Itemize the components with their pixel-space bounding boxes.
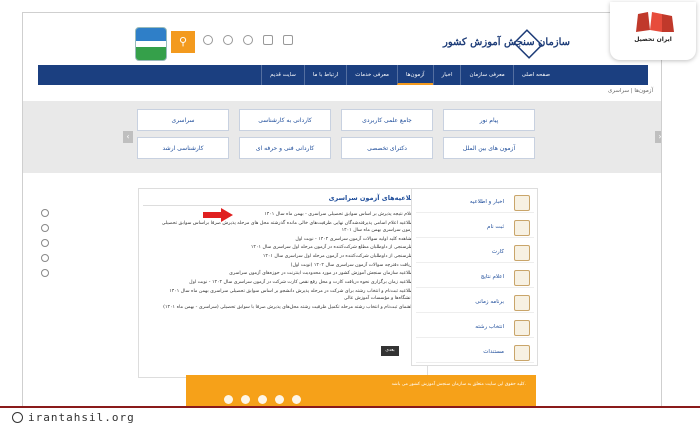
slider-prev-arrow[interactable]: ‹ (123, 131, 133, 143)
news-item[interactable]: اطلاعیه سازمان سنجش آموزش کشور در مورد م… (149, 270, 421, 278)
news-item[interactable]: دریافت دفترچه سوالات آزمون سراسری سال ۱۴… (149, 262, 421, 269)
quick-link-label: مستندات (483, 349, 504, 355)
news-list: اعلام نتیجه پذیرش بر اساس سوابق تحصیلی س… (149, 211, 421, 312)
category-international[interactable]: آزمون های بین الملل (443, 137, 535, 159)
brand-badge: ایران تحصیل (610, 2, 696, 60)
news-panel-title: اطلاعیه‌های آزمون سراسری (328, 194, 419, 202)
quick-link-results[interactable]: اعلام نتایج (416, 268, 534, 288)
main-nav: صفحه اصلی معرفی سازمان اخبار آزمون‌ها مع… (38, 65, 648, 85)
phone-icon[interactable] (243, 35, 253, 45)
rss-icon[interactable] (283, 35, 293, 45)
news-item[interactable]: راهنمای ثبت‌نام و انتخاب رشته مرحله تکمی… (149, 304, 421, 311)
contrast-icon[interactable] (41, 269, 49, 277)
category-jame-elmi[interactable]: جامع علمی کاربردی (341, 109, 433, 131)
quick-link-label: اعلام نتایج (480, 274, 504, 280)
nav-item-exams[interactable]: آزمون‌ها (396, 65, 433, 85)
instagram-icon[interactable] (224, 395, 233, 404)
watermark-bar: irantahsil.org (0, 404, 700, 430)
globe-icon (12, 412, 23, 423)
results-icon (514, 270, 530, 286)
news-item[interactable]: اطلاعیه ثبت‌نام و انتخاب رشته برای شرکت … (149, 288, 421, 302)
social-icons (224, 395, 301, 404)
news-item[interactable]: اطلاعیه زمان برگزاری نحوه دریافت کارت و … (149, 279, 421, 287)
red-arrow-icon (203, 208, 233, 222)
quick-link-documents[interactable]: مستندات (416, 343, 534, 363)
browser-page: سازمان سنجش آموزش کشور ⚲ صفحه اصلی معرفی… (22, 12, 662, 408)
calendar-icon (514, 295, 530, 311)
nav-item-about[interactable]: معرفی سازمان (460, 65, 512, 85)
nav-item-news[interactable]: اخبار (432, 65, 461, 85)
flags-logo-icon (636, 12, 674, 32)
quick-link-label: برنامه زمانی (475, 299, 504, 305)
news-panel: اطلاعیه‌های آزمون سراسری اعلام نتیجه پذی… (138, 188, 428, 378)
quick-link-label: کارت (491, 249, 504, 255)
header-icons (203, 35, 293, 45)
quick-link-card[interactable]: کارت (416, 243, 534, 263)
search-button[interactable]: ⚲ (171, 31, 195, 53)
globe-icon[interactable] (203, 35, 213, 45)
site-header: سازمان سنجش آموزش کشور ⚲ (23, 13, 661, 65)
quick-link-field-selection[interactable]: انتخاب رشته (416, 318, 534, 338)
telegram-icon[interactable] (241, 395, 250, 404)
accessibility-icon[interactable] (223, 35, 233, 45)
quick-links-panel: اخبار و اطلاعیه ثبت نام کارت اعلام نتایج… (411, 188, 538, 366)
news-item[interactable]: مشاهده کلید اولیه سوالات آزمون سراسری ۱۴… (149, 236, 421, 243)
slider-next-arrow[interactable]: › (655, 131, 661, 143)
news-item[interactable]: نظرسنجی از داوطلبان شرکت‌کننده در آزمون … (149, 253, 421, 261)
more-button[interactable]: بعدی (381, 346, 399, 356)
watermark-url: irantahsil.org (28, 411, 135, 424)
checklist-icon (514, 320, 530, 336)
divider (143, 205, 423, 206)
document-icon (514, 345, 530, 361)
category-sarasari[interactable]: سراسری (137, 109, 229, 131)
wheelchair-icon[interactable] (41, 239, 49, 247)
copyright-text: کلیه حقوق این سایت متعلق به سازمان سنجش … (391, 382, 526, 387)
news-item[interactable]: نظرسنجی از داوطلبان مطلع شرکت‌کننده در آ… (149, 244, 421, 252)
nav-item-services[interactable]: معرفی خدمات (346, 65, 397, 85)
news-item[interactable]: اعلام نتیجه پذیرش بر اساس سوابق تحصیلی س… (149, 211, 421, 219)
accessibility-icon[interactable] (41, 224, 49, 232)
divider (0, 406, 700, 408)
quick-link-news[interactable]: اخبار و اطلاعیه (416, 193, 534, 213)
card-icon (514, 245, 530, 261)
breadcrumb[interactable]: آزمون‌ها | سراسری (608, 88, 653, 94)
email-icon[interactable] (263, 35, 273, 45)
quick-link-label: انتخاب رشته (475, 324, 504, 330)
nav-item-home[interactable]: صفحه اصلی (512, 65, 558, 85)
brand-name: ایران تحصیل (634, 36, 672, 43)
twitter-icon[interactable] (275, 395, 284, 404)
side-icons (41, 209, 49, 277)
settings-icon[interactable] (41, 209, 49, 217)
nav-item-contact[interactable]: ارتباط با ما (303, 65, 346, 85)
news-item[interactable]: اطلاعیه اعلام اسامی پذیرفته‌شدگان نهایی … (149, 220, 421, 234)
quick-link-schedule[interactable]: برنامه زمانی (416, 293, 534, 313)
search-icon: ⚲ (178, 35, 188, 48)
register-icon (514, 220, 530, 236)
aparat-icon[interactable] (258, 395, 267, 404)
nav-item-old-site[interactable]: سایت قدیم (261, 65, 304, 85)
rss-icon[interactable] (292, 395, 301, 404)
quick-link-label: اخبار و اطلاعیه (469, 199, 504, 205)
category-phd[interactable]: دکترای تخصصی (341, 137, 433, 159)
category-kardani-fani[interactable]: کاردانی فنی و حرفه ای (239, 137, 331, 159)
newspaper-icon (514, 195, 530, 211)
quick-link-register[interactable]: ثبت نام (416, 218, 534, 238)
category-kardani-karshenasi[interactable]: کاردانی به کارشناسی (239, 109, 331, 131)
government-emblem-icon (135, 27, 167, 61)
site-logo-text[interactable]: سازمان سنجش آموزش کشور (443, 37, 570, 48)
quick-link-label: ثبت نام (487, 224, 504, 230)
text-size-icon[interactable] (41, 254, 49, 262)
category-masters[interactable]: کارشناسی ارشد (137, 137, 229, 159)
category-payam-noor[interactable]: پیام نور (443, 109, 535, 131)
